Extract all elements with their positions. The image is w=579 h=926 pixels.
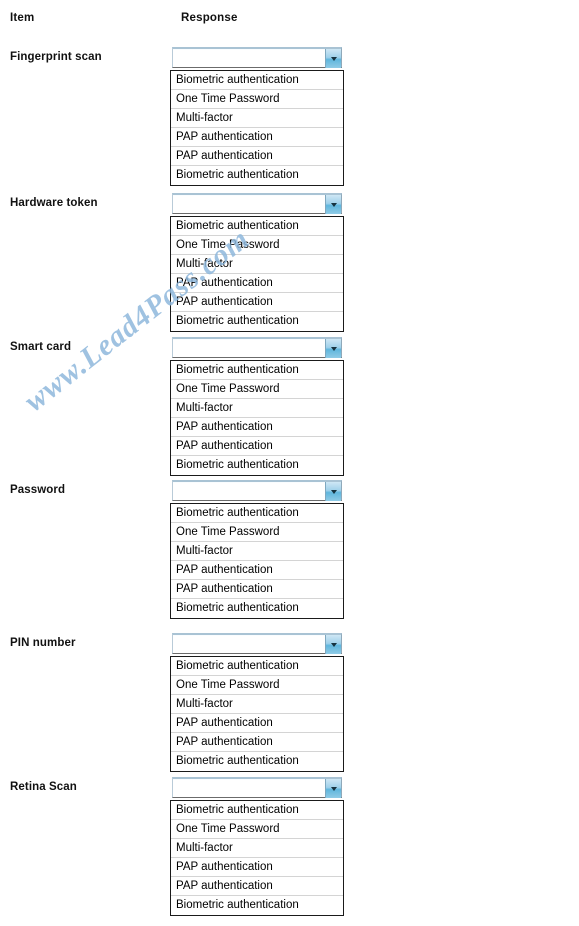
response-combobox[interactable] xyxy=(172,193,342,214)
list-item[interactable]: Biometric authentication xyxy=(171,361,343,380)
list-item[interactable]: PAP authentication xyxy=(171,877,343,896)
chevron-down-icon[interactable] xyxy=(325,49,341,68)
question-label: Retina Scan xyxy=(10,781,77,793)
chevron-down-icon[interactable] xyxy=(325,339,341,358)
list-item[interactable]: Biometric authentication xyxy=(171,217,343,236)
response-combobox[interactable] xyxy=(172,47,342,68)
list-item[interactable]: PAP authentication xyxy=(171,858,343,877)
chevron-down-icon[interactable] xyxy=(325,195,341,214)
response-option-list[interactable]: Biometric authentication One Time Passwor… xyxy=(170,503,344,619)
list-item[interactable]: PAP authentication xyxy=(171,561,343,580)
chevron-down-icon[interactable] xyxy=(325,779,341,798)
list-item[interactable]: Multi-factor xyxy=(171,399,343,418)
list-item[interactable]: Biometric authentication xyxy=(171,896,343,915)
chevron-down-glyph xyxy=(330,346,337,351)
response-combobox[interactable] xyxy=(172,633,342,654)
list-item[interactable]: PAP authentication xyxy=(171,418,343,437)
list-item[interactable]: Multi-factor xyxy=(171,109,343,128)
response-combobox[interactable] xyxy=(172,480,342,501)
response-combobox[interactable] xyxy=(172,337,342,358)
list-item[interactable]: One Time Password xyxy=(171,820,343,839)
list-item[interactable]: PAP authentication xyxy=(171,437,343,456)
question-label: Smart card xyxy=(10,341,72,353)
question-label: PIN number xyxy=(10,637,76,649)
chevron-down-icon[interactable] xyxy=(325,635,341,654)
chevron-down-glyph xyxy=(330,786,337,791)
chevron-down-glyph xyxy=(330,489,337,494)
list-item[interactable]: One Time Password xyxy=(171,380,343,399)
question-form: Item Response Fingerprint scan Biometric … xyxy=(0,0,579,926)
list-item[interactable]: One Time Password xyxy=(171,676,343,695)
list-item[interactable]: One Time Password xyxy=(171,523,343,542)
list-item[interactable]: One Time Password xyxy=(171,90,343,109)
list-item[interactable]: PAP authentication xyxy=(171,580,343,599)
column-header-item: Item xyxy=(10,12,35,24)
chevron-down-glyph xyxy=(330,202,337,207)
list-item[interactable]: PAP authentication xyxy=(171,274,343,293)
list-item[interactable]: PAP authentication xyxy=(171,293,343,312)
list-item[interactable]: Biometric authentication xyxy=(171,801,343,820)
chevron-down-glyph xyxy=(330,642,337,647)
list-item[interactable]: Biometric authentication xyxy=(171,657,343,676)
list-item[interactable]: Multi-factor xyxy=(171,542,343,561)
list-item[interactable]: Biometric authentication xyxy=(171,752,343,771)
list-item[interactable]: PAP authentication xyxy=(171,147,343,166)
chevron-down-icon[interactable] xyxy=(325,482,341,501)
response-option-list[interactable]: Biometric authentication One Time Passwor… xyxy=(170,216,344,332)
list-item[interactable]: PAP authentication xyxy=(171,733,343,752)
chevron-down-glyph xyxy=(330,56,337,61)
response-option-list[interactable]: Biometric authentication One Time Passwor… xyxy=(170,70,344,186)
list-item[interactable]: Biometric authentication xyxy=(171,599,343,618)
question-label: Fingerprint scan xyxy=(10,51,102,63)
list-item[interactable]: One Time Password xyxy=(171,236,343,255)
list-item[interactable]: Biometric authentication xyxy=(171,71,343,90)
list-item[interactable]: Biometric authentication xyxy=(171,456,343,475)
question-label: Password xyxy=(10,484,66,496)
list-item[interactable]: Biometric authentication xyxy=(171,312,343,331)
response-option-list[interactable]: Biometric authentication One Time Passwor… xyxy=(170,800,344,916)
list-item[interactable]: Multi-factor xyxy=(171,255,343,274)
list-item[interactable]: Biometric authentication xyxy=(171,166,343,185)
column-header-response: Response xyxy=(181,12,238,24)
list-item[interactable]: PAP authentication xyxy=(171,128,343,147)
question-label: Hardware token xyxy=(10,197,98,209)
list-item[interactable]: Biometric authentication xyxy=(171,504,343,523)
list-item[interactable]: PAP authentication xyxy=(171,714,343,733)
list-item[interactable]: Multi-factor xyxy=(171,839,343,858)
response-option-list[interactable]: Biometric authentication One Time Passwor… xyxy=(170,656,344,772)
response-combobox[interactable] xyxy=(172,777,342,798)
response-option-list[interactable]: Biometric authentication One Time Passwor… xyxy=(170,360,344,476)
list-item[interactable]: Multi-factor xyxy=(171,695,343,714)
